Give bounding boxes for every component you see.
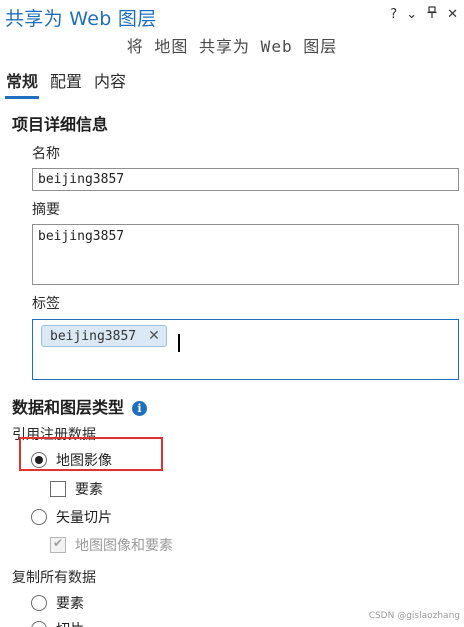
help-icon[interactable]: ? [390, 7, 397, 22]
chevron-down-icon[interactable]: ⌄ [406, 7, 417, 22]
radio-copy-tile[interactable]: 切片 [31, 619, 84, 627]
text-caret [178, 334, 180, 352]
pane-title: 共享为 Web 图层 [5, 8, 157, 30]
checkbox-features-label: 要素 [75, 482, 103, 498]
data-layer-type-heading: 数据和图层类型 i [12, 394, 148, 418]
radio-vector-tile-control[interactable] [31, 509, 47, 525]
tag-chip-label: beijing3857 [50, 328, 137, 344]
radio-vector-tile-label: 矢量切片 [56, 510, 112, 526]
radio-copy-features-control[interactable] [31, 595, 47, 611]
watermark: CSDN @gislaozhang [368, 611, 460, 621]
checkbox-features[interactable]: 要素 [50, 479, 103, 499]
tag-chip: beijing3857 ✕ [41, 325, 167, 347]
data-layer-type-label: 数据和图层类型 [12, 398, 125, 417]
pin-icon[interactable] [426, 6, 438, 23]
pane-subtitle: 将 地图 共享为 Web 图层 [126, 37, 338, 56]
checkbox-map-image-and-features-control [50, 536, 66, 553]
radio-copy-features[interactable]: 要素 [31, 593, 84, 613]
pin-icon-svg [427, 6, 437, 18]
name-input[interactable]: beijing3857 [32, 168, 459, 191]
copy-all-data-label: 复制所有数据 [12, 570, 96, 586]
remove-tag-icon[interactable]: ✕ [148, 328, 160, 344]
summary-label: 摘要 [32, 202, 60, 218]
summary-input[interactable]: beijing3857 [32, 224, 459, 285]
highlight-annotation-box [19, 437, 163, 471]
tab-bar: 常规 配置 内容 [5, 68, 127, 99]
radio-copy-tile-control[interactable] [31, 621, 47, 627]
tags-input[interactable]: beijing3857 ✕ [32, 319, 459, 380]
tab-general[interactable]: 常规 [5, 68, 40, 99]
radio-copy-features-label: 要素 [56, 596, 84, 612]
pane-controls: ? ⌄ ✕ [390, 6, 458, 23]
checkbox-map-image-and-features: 地图图像和要素 [50, 535, 173, 555]
checkbox-features-control[interactable] [50, 481, 66, 497]
item-details-heading: 项目详细信息 [12, 115, 109, 134]
radio-copy-tile-label: 切片 [56, 619, 84, 627]
radio-vector-tile[interactable]: 矢量切片 [31, 507, 112, 527]
tab-configuration[interactable]: 配置 [49, 68, 83, 99]
checkbox-map-image-and-features-label: 地图图像和要素 [75, 538, 173, 554]
name-label: 名称 [32, 146, 60, 162]
tags-label: 标签 [32, 296, 60, 312]
close-icon[interactable]: ✕ [447, 7, 458, 22]
info-icon[interactable]: i [132, 401, 148, 416]
tab-content[interactable]: 内容 [93, 68, 127, 99]
